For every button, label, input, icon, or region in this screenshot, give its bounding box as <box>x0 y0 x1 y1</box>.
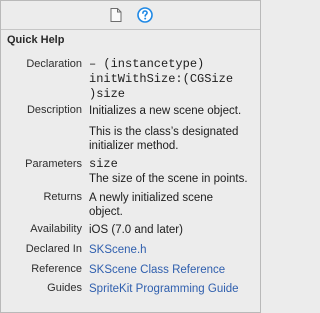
parameters-value: size The size of the scene in points. <box>89 157 255 186</box>
file-icon[interactable] <box>108 7 124 23</box>
availability-label: Availability <box>30 223 82 235</box>
declaration-value: – (instancetype) initWithSize:(CGSize )s… <box>89 57 255 102</box>
declared-in-label: Declared In <box>25 243 82 255</box>
description-line: This is the class’s designated <box>89 126 239 138</box>
help-icon[interactable] <box>137 7 153 23</box>
reference-link[interactable]: SKScene Class Reference <box>89 263 255 277</box>
description-note: This is the class’s designated initializ… <box>89 125 255 153</box>
parameter-name: size <box>89 157 118 171</box>
quick-help-panel: Quick Help Declaration – (instancetype) … <box>0 0 261 313</box>
returns-line: A newly initialized scene <box>89 192 214 204</box>
description-label: Description <box>26 104 82 116</box>
declaration-line: )size <box>89 87 126 101</box>
section-title: Quick Help <box>7 34 65 46</box>
availability-value: iOS (7.0 and later) <box>89 224 183 236</box>
declared-in-link[interactable]: SKScene.h <box>89 243 255 257</box>
description-line: initializer method. <box>89 140 179 152</box>
returns-value: A newly initialized scene object. <box>89 191 255 219</box>
parameter-description: The size of the scene in points. <box>89 173 248 185</box>
guides-label: Guides <box>47 282 82 294</box>
returns-label: Returns <box>43 191 82 203</box>
declaration-label: Declaration <box>26 58 82 70</box>
parameters-label: Parameters <box>25 158 82 170</box>
reference-label: Reference <box>31 263 82 275</box>
description-value: Initializes a new scene object. This is … <box>89 104 255 153</box>
returns-line: object. <box>89 206 123 218</box>
guides-link[interactable]: SpriteKit Programming Guide <box>89 282 255 296</box>
description-line: Initializes a new scene object. <box>89 105 242 117</box>
inspector-toolbar <box>1 1 260 30</box>
declaration-line: – (instancetype) <box>89 57 205 71</box>
declaration-line: initWithSize:(CGSize <box>89 72 234 86</box>
